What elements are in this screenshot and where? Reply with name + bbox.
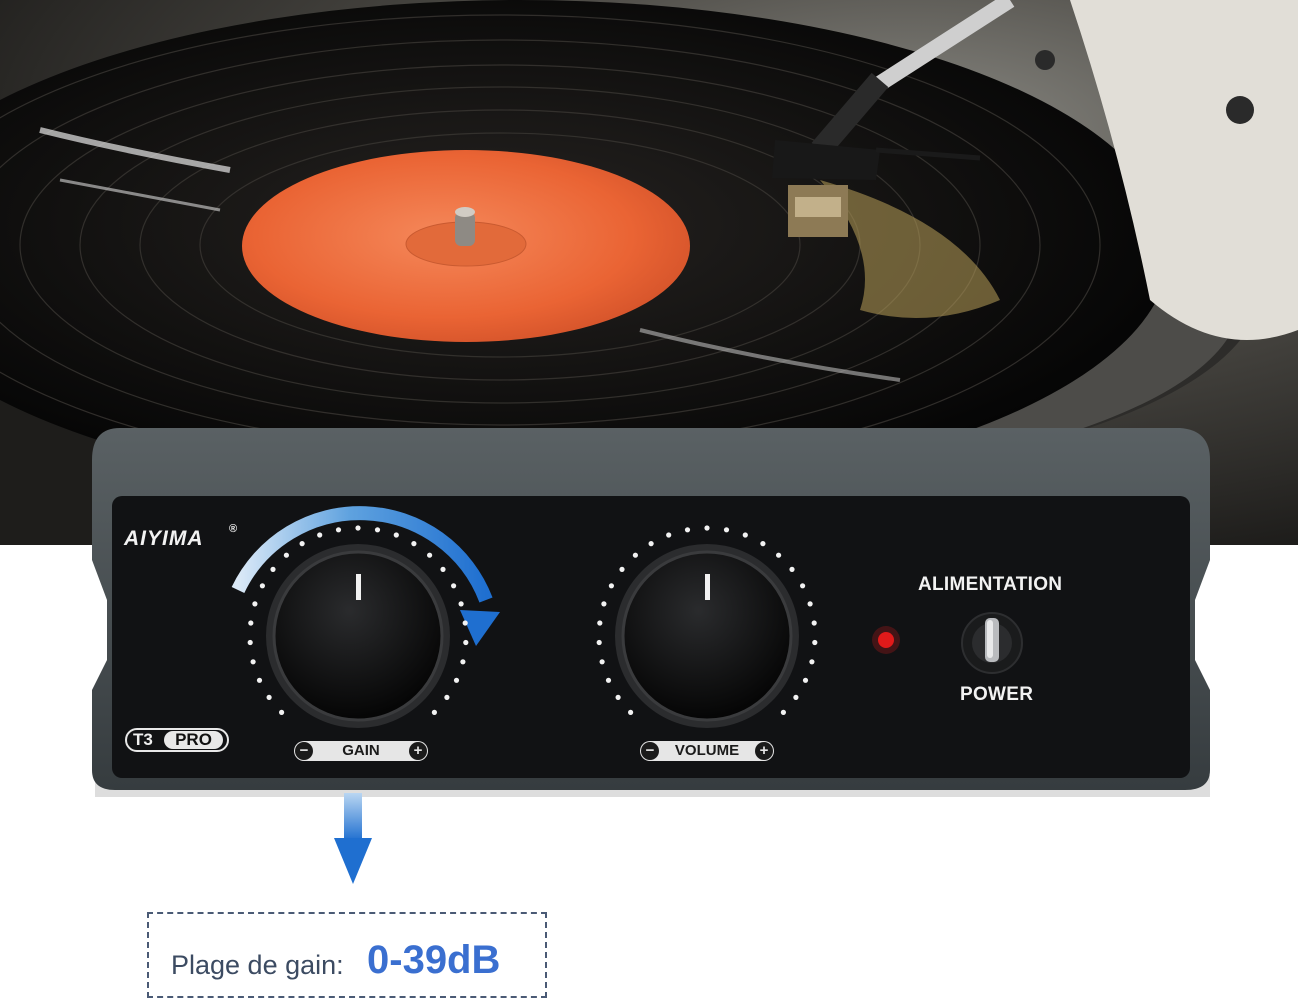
scale-dot bbox=[266, 694, 272, 701]
minus-icon: − bbox=[295, 742, 313, 760]
model-suffix: PRO bbox=[164, 731, 223, 749]
scale-dot bbox=[460, 659, 466, 665]
power-label: POWER bbox=[960, 684, 1034, 705]
scale-dot bbox=[463, 639, 469, 646]
scale-dot bbox=[723, 527, 730, 533]
registered-mark: ® bbox=[229, 523, 238, 535]
scale-dot bbox=[283, 552, 289, 558]
scale-dot bbox=[666, 532, 672, 538]
scale-dot bbox=[444, 694, 450, 701]
scale-dot bbox=[776, 552, 782, 558]
scale-dot bbox=[451, 583, 457, 589]
scale-dot bbox=[619, 566, 625, 573]
model-prefix: T3 bbox=[133, 730, 153, 749]
scale-dot bbox=[632, 552, 639, 558]
scale-dot bbox=[259, 583, 265, 589]
scale-dot bbox=[608, 583, 615, 589]
scale-dot bbox=[704, 525, 710, 531]
scale-dot bbox=[462, 620, 468, 626]
volume-label: − VOLUME + bbox=[640, 741, 774, 761]
scale-dot bbox=[596, 639, 602, 646]
scale-dot bbox=[597, 620, 603, 626]
plus-icon: + bbox=[755, 742, 773, 760]
plus-icon: + bbox=[409, 742, 427, 760]
model-badge: T3 PRO bbox=[125, 728, 229, 752]
callout-label: Plage de gain: bbox=[171, 950, 344, 980]
scale-dot bbox=[248, 620, 254, 626]
scale-dot bbox=[431, 709, 437, 716]
scale-dot bbox=[270, 566, 276, 573]
scale-dot bbox=[780, 709, 787, 716]
scale-dot bbox=[811, 620, 817, 626]
scale-dot bbox=[800, 583, 806, 589]
scale-dot bbox=[374, 527, 381, 533]
volume-knob[interactable] bbox=[615, 544, 799, 728]
scale-dot bbox=[411, 541, 417, 547]
power-switch[interactable] bbox=[961, 612, 1023, 674]
scale-dot bbox=[427, 552, 433, 558]
scale-dot bbox=[648, 541, 654, 547]
minus-icon: − bbox=[641, 742, 659, 760]
scale-dot bbox=[789, 566, 795, 573]
scale-dot bbox=[812, 639, 818, 646]
volume-label-text: VOLUME bbox=[674, 742, 740, 759]
scale-dot bbox=[453, 677, 460, 683]
gain-knob[interactable] bbox=[266, 544, 450, 728]
scale-dot bbox=[247, 639, 253, 646]
scale-dot bbox=[599, 659, 605, 665]
scale-dot bbox=[250, 659, 256, 665]
scale-dot bbox=[393, 532, 399, 538]
scale-dot bbox=[605, 677, 612, 683]
scale-dot bbox=[458, 601, 464, 607]
scale-dot bbox=[742, 532, 748, 538]
gain-label: − GAIN + bbox=[294, 741, 428, 761]
scale-dot bbox=[684, 527, 691, 533]
power-label-french: ALIMENTATION bbox=[918, 574, 1063, 595]
gain-label-text: GAIN bbox=[342, 742, 380, 759]
scale-dot bbox=[252, 601, 258, 607]
scale-dot bbox=[793, 694, 799, 701]
product-scene bbox=[0, 0, 1298, 1003]
scale-dot bbox=[809, 659, 815, 665]
scale-dot bbox=[335, 527, 342, 533]
scale-dot bbox=[440, 566, 446, 573]
brand-logo: AIYIMA bbox=[124, 527, 204, 550]
scale-dot bbox=[279, 709, 285, 716]
scale-dot bbox=[760, 541, 766, 547]
scale-dot bbox=[628, 709, 634, 716]
scale-dot bbox=[355, 525, 361, 531]
callout-value: 0-39dB bbox=[367, 938, 501, 982]
scale-dot bbox=[317, 532, 323, 538]
scale-dot bbox=[615, 694, 621, 701]
scale-dot bbox=[601, 601, 607, 607]
scale-dot bbox=[256, 677, 263, 683]
gain-range-callout: Plage de gain: 0-39dB bbox=[147, 912, 547, 998]
scale-dot bbox=[807, 601, 813, 607]
scale-dot bbox=[802, 677, 809, 683]
scale-dot bbox=[299, 541, 305, 547]
